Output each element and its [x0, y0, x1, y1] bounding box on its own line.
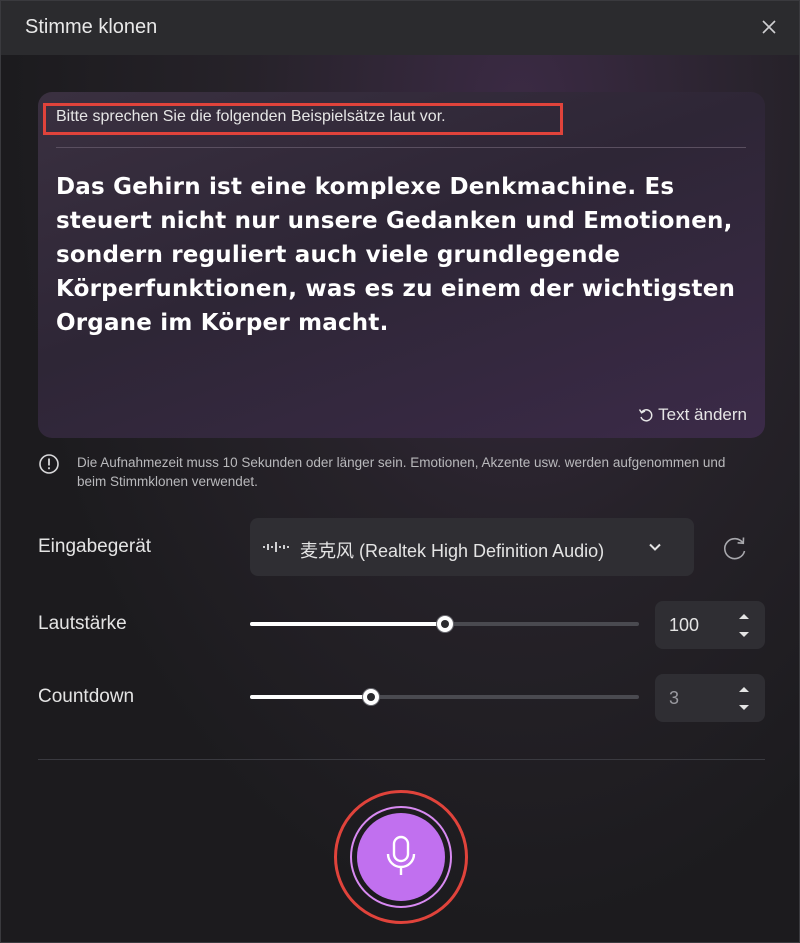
input-device-dropdown[interactable]: 麦克风 (Realtek High Definition Audio)	[250, 518, 694, 576]
chevron-down-icon	[649, 543, 661, 551]
input-device-value: 麦克风 (Realtek High Definition Audio)	[300, 541, 605, 561]
volume-slider[interactable]	[250, 614, 639, 634]
change-text-label: Text ändern	[658, 405, 747, 424]
record-button-highlight[interactable]	[334, 790, 468, 924]
chevron-up-icon[interactable]	[737, 684, 751, 696]
countdown-slider-fill	[250, 695, 371, 699]
undo-icon	[639, 409, 653, 422]
countdown-slider-thumb[interactable]	[363, 689, 379, 705]
waveform-icon	[263, 542, 289, 552]
record-button-ring	[350, 806, 452, 908]
volume-stepper[interactable]: 100	[655, 601, 765, 649]
volume-slider-fill	[250, 622, 445, 626]
dialog-title: Stimme klonen	[25, 16, 158, 38]
chevron-up-icon[interactable]	[737, 611, 751, 623]
card-divider	[56, 147, 746, 148]
input-device-label: Eingabegerät	[38, 536, 152, 557]
info-icon	[39, 454, 59, 474]
instruction-text: Bitte sprechen Sie die folgenden Beispie…	[56, 108, 446, 125]
record-button[interactable]	[357, 813, 445, 901]
close-icon[interactable]	[757, 15, 781, 39]
countdown-slider[interactable]	[250, 687, 639, 707]
change-text-button[interactable]: Text ändern	[637, 405, 747, 425]
chevron-down-icon[interactable]	[737, 628, 751, 640]
volume-value: 100	[669, 615, 700, 635]
volume-slider-thumb[interactable]	[437, 616, 453, 632]
countdown-label: Countdown	[38, 686, 135, 707]
chevron-down-icon[interactable]	[737, 701, 751, 713]
microphone-icon	[386, 835, 416, 875]
sample-text: Das Gehirn ist eine komplexe Denkmachine…	[56, 174, 736, 336]
notice-text: Die Aufnahmezeit muss 10 Sekunden oder l…	[77, 455, 726, 489]
sample-text-card: Bitte sprechen Sie die folgenden Beispie…	[38, 92, 765, 438]
countdown-stepper[interactable]: 3	[655, 674, 765, 722]
countdown-value: 3	[669, 688, 680, 708]
voice-clone-dialog: Stimme klonen Bitte sprechen Sie die fol…	[0, 0, 800, 943]
refresh-icon[interactable]	[721, 534, 749, 562]
volume-label: Lautstärke	[38, 613, 127, 634]
title-bar: Stimme klonen	[1, 1, 799, 55]
section-divider	[38, 759, 765, 760]
